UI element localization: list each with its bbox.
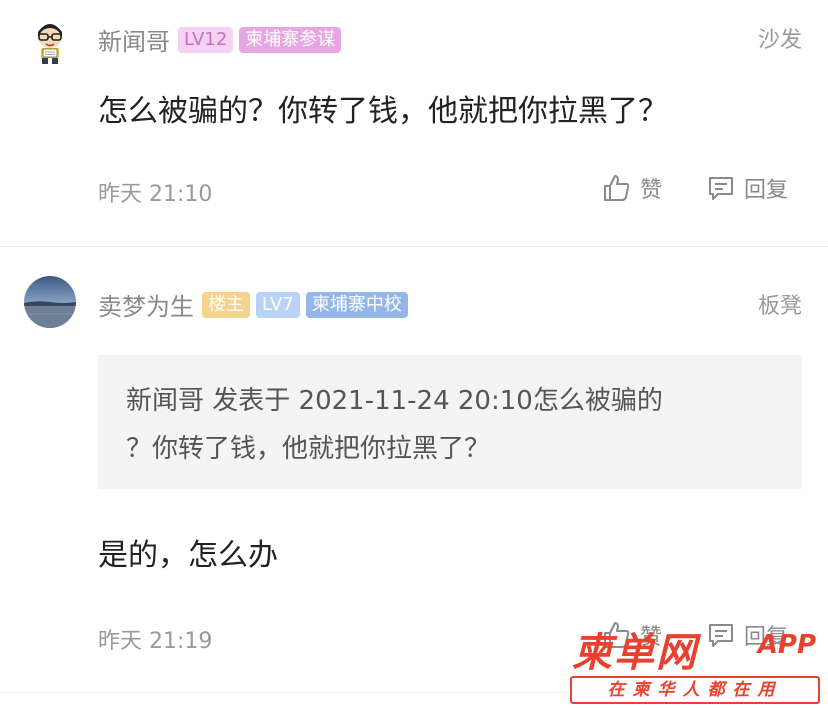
level-badge: LV12 <box>178 26 234 53</box>
author-row: 新闻哥 LV12 柬埔寨参谋 <box>98 22 342 57</box>
owner-badge: 楼主 <box>202 291 250 318</box>
comment-icon <box>709 177 733 200</box>
quoted-reply[interactable]: 新闻哥 发表于 2021-11-24 20:10怎么被骗的 ？你转了钱，他就把你… <box>98 355 802 489</box>
like-button[interactable]: 赞 <box>602 172 662 204</box>
author-row: 卖梦为生 楼主 LV7 柬埔寨中校 <box>98 287 408 322</box>
username[interactable]: 卖梦为生 <box>98 287 194 322</box>
username[interactable]: 新闻哥 <box>98 22 170 57</box>
level-badge: LV7 <box>256 291 300 318</box>
timestamp: 昨天 21:19 <box>98 629 213 654</box>
like-label: 赞 <box>640 178 663 203</box>
comment-text: 是的，怎么办 <box>98 538 278 573</box>
avatar[interactable] <box>24 14 76 66</box>
thumbs-up-icon <box>604 175 630 201</box>
quote-line: 新闻哥 发表于 2021-11-24 20:10怎么被骗的 <box>126 386 663 416</box>
quote-line: ？你转了钱，他就把你拉黑了？ <box>126 434 491 464</box>
comment-text: 怎么被骗的？你转了钱，他就把你拉黑了？ <box>98 94 668 129</box>
avatar[interactable] <box>24 276 76 328</box>
rank-badge: 柬埔寨中校 <box>305 291 408 318</box>
watermark-slogan-box: 在柬华人都在用 <box>570 676 820 704</box>
landscape-avatar-icon <box>24 276 76 328</box>
rank-badge: 柬埔寨参谋 <box>239 26 342 53</box>
floor-label: 板凳 <box>757 294 802 319</box>
reply-button[interactable]: 回复 <box>706 172 788 204</box>
watermark-logo-text: 柬单网 <box>572 630 698 676</box>
reply-label: 回复 <box>744 178 789 203</box>
site-watermark: 柬单网 APP 在柬华人都在用 <box>568 620 824 706</box>
floor-label: 沙发 <box>757 28 802 53</box>
cartoon-avatar-icon <box>24 14 76 66</box>
watermark-app-text: APP <box>757 630 816 660</box>
comment-item: 新闻哥 LV12 柬埔寨参谋 沙发 怎么被骗的？你转了钱，他就把你拉黑了？ 昨天… <box>0 0 828 246</box>
timestamp: 昨天 21:10 <box>98 182 213 207</box>
watermark-slogan: 在柬华人都在用 <box>607 680 783 700</box>
